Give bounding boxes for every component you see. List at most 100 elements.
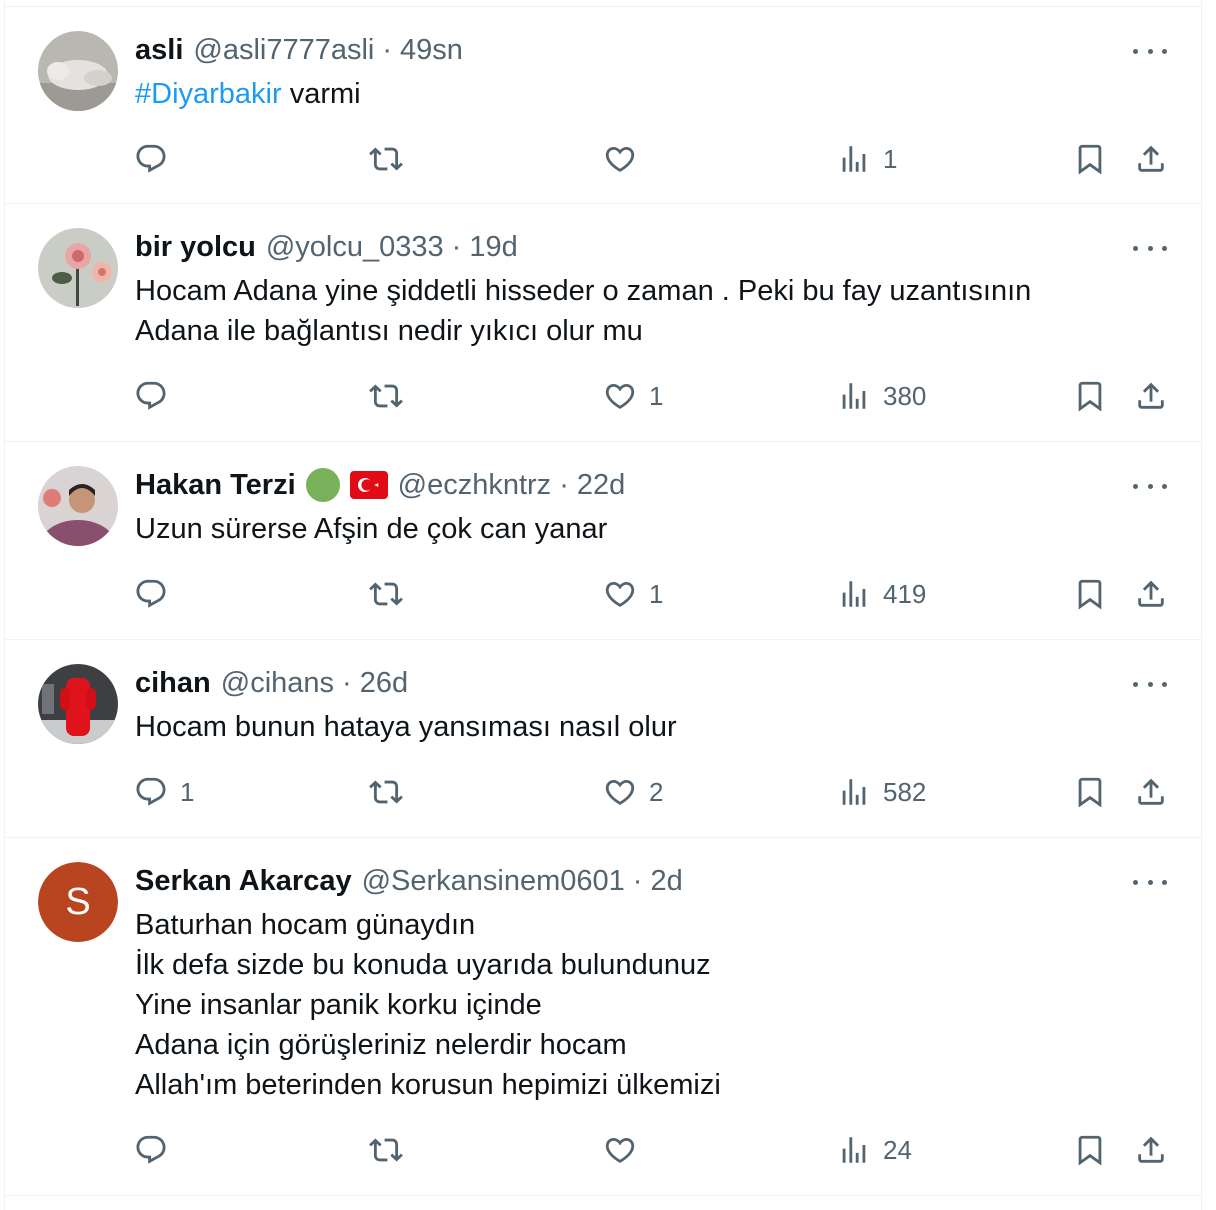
user-handle[interactable]: @asli7777asli — [193, 34, 374, 67]
reply-button[interactable] — [134, 1130, 180, 1170]
like-button[interactable]: 1 — [603, 376, 663, 416]
like-button[interactable]: 2 — [603, 772, 663, 812]
display-name[interactable]: Serkan Akarcay — [135, 865, 352, 898]
tweet-header: Hakan Terzi @eczhkntrz · 22d — [135, 465, 625, 505]
avatar[interactable] — [38, 466, 118, 546]
tweet[interactable]: bir yolcu @yolcu_0333 · 19d Hocam Adana … — [5, 204, 1201, 442]
like-icon — [603, 775, 637, 809]
like-button[interactable]: 1 — [603, 574, 663, 614]
bookmark-button[interactable] — [1073, 1130, 1107, 1170]
timestamp[interactable]: 26d — [360, 667, 408, 700]
more-icon[interactable] — [1133, 46, 1167, 56]
reply-icon — [134, 142, 168, 176]
avatar[interactable] — [38, 228, 118, 308]
avatar[interactable] — [38, 31, 118, 111]
retweet-icon — [369, 775, 403, 809]
bookmark-icon — [1073, 775, 1107, 809]
timestamp[interactable]: 19d — [469, 231, 517, 264]
share-button[interactable] — [1134, 1130, 1168, 1170]
bookmark-icon — [1073, 379, 1107, 413]
share-icon — [1134, 775, 1168, 809]
reply-button[interactable] — [134, 574, 180, 614]
user-handle[interactable]: @Serkansinem0601 — [362, 865, 625, 898]
separator-dot: · — [632, 864, 643, 897]
retweet-icon — [369, 379, 403, 413]
views-icon — [837, 379, 871, 413]
display-name[interactable]: bir yolcu — [135, 231, 256, 264]
action-bar: 24 — [5, 1130, 1201, 1170]
reply-feed: asli @asli7777asli · 49sn #Diyarbakir va… — [4, 0, 1202, 1210]
reply-count: 1 — [180, 776, 195, 807]
more-icon[interactable] — [1133, 679, 1167, 689]
bookmark-icon — [1073, 1133, 1107, 1167]
green-circle-emoji — [305, 467, 341, 503]
view-count: 24 — [883, 1134, 912, 1165]
retweet-icon — [369, 1133, 403, 1167]
avatar[interactable] — [38, 664, 118, 744]
separator-dot: · — [382, 33, 393, 66]
bookmark-button[interactable] — [1073, 772, 1107, 812]
like-button[interactable] — [603, 1130, 649, 1170]
reply-button[interactable] — [134, 376, 180, 416]
tweet-text: #Diyarbakir varmi — [135, 74, 1155, 114]
bookmark-button[interactable] — [1073, 574, 1107, 614]
share-button[interactable] — [1134, 574, 1168, 614]
share-icon — [1134, 379, 1168, 413]
display-name[interactable]: Hakan Terzi — [135, 469, 296, 502]
view-count: 380 — [883, 380, 927, 411]
user-handle[interactable]: @yolcu_0333 — [266, 231, 444, 264]
tweet-header: cihan @cihans · 26d — [135, 663, 408, 703]
views-icon — [837, 775, 871, 809]
tweet[interactable]: cihan @cihans · 26d Hocam bunun hataya y… — [5, 640, 1201, 838]
views-icon — [837, 1133, 871, 1167]
action-bar: 1 380 — [5, 376, 1201, 416]
share-button[interactable] — [1134, 376, 1168, 416]
views-icon — [837, 577, 871, 611]
more-icon[interactable] — [1133, 243, 1167, 253]
hashtag-link[interactable]: #Diyarbakir — [135, 78, 282, 110]
tweet-text: Uzun sürerse Afşin de çok can yanar — [135, 513, 608, 545]
retweet-button[interactable] — [369, 1130, 415, 1170]
share-button[interactable] — [1134, 772, 1168, 812]
user-handle[interactable]: @cihans — [221, 667, 334, 700]
bookmark-button[interactable] — [1073, 139, 1107, 179]
tweet-text: Hocam bunun hataya yansıması nasıl olur — [135, 711, 677, 743]
tweet[interactable]: asli @asli7777asli · 49sn #Diyarbakir va… — [5, 6, 1201, 204]
views-button[interactable]: 1 — [837, 139, 897, 179]
more-icon[interactable] — [1133, 481, 1167, 491]
like-icon — [603, 142, 637, 176]
retweet-button[interactable] — [369, 772, 415, 812]
bookmark-button[interactable] — [1073, 376, 1107, 416]
user-handle[interactable]: @eczhkntrz — [398, 469, 552, 502]
views-button[interactable]: 582 — [837, 772, 926, 812]
retweet-button[interactable] — [369, 376, 415, 416]
tweet[interactable]: Hakan Terzi @eczhkntrz · 22d Uzun sürers… — [5, 442, 1201, 640]
reply-icon — [134, 379, 168, 413]
timestamp[interactable]: 2d — [650, 865, 682, 898]
tweet[interactable]: S Serkan Akarcay @Serkansinem0601 · 2d B… — [5, 838, 1201, 1196]
like-button[interactable] — [603, 139, 649, 179]
retweet-button[interactable] — [369, 574, 415, 614]
tweet-text: Hocam Adana yine şiddetli hisseder o zam… — [135, 275, 1032, 347]
tweet-header: bir yolcu @yolcu_0333 · 19d — [135, 227, 518, 267]
more-icon[interactable] — [1133, 877, 1167, 887]
views-button[interactable]: 380 — [837, 376, 926, 416]
display-name[interactable]: cihan — [135, 667, 211, 700]
timestamp[interactable]: 22d — [577, 469, 625, 502]
like-icon — [603, 1133, 637, 1167]
views-button[interactable]: 419 — [837, 574, 926, 614]
display-name[interactable]: asli — [135, 34, 183, 67]
share-button[interactable] — [1134, 139, 1168, 179]
share-icon — [1134, 577, 1168, 611]
reply-button[interactable] — [134, 139, 180, 179]
views-button[interactable]: 24 — [837, 1130, 912, 1170]
view-count: 582 — [883, 776, 927, 807]
avatar[interactable]: S — [38, 862, 118, 942]
reply-button[interactable]: 1 — [134, 772, 194, 812]
action-bar: 1 419 — [5, 574, 1201, 614]
timestamp[interactable]: 49sn — [400, 34, 463, 67]
tweet-header: asli @asli7777asli · 49sn — [135, 30, 463, 70]
tweet-text: Baturhan hocam günaydın İlk defa sizde b… — [135, 909, 721, 1101]
retweet-button[interactable] — [369, 139, 415, 179]
reply-icon — [134, 577, 168, 611]
